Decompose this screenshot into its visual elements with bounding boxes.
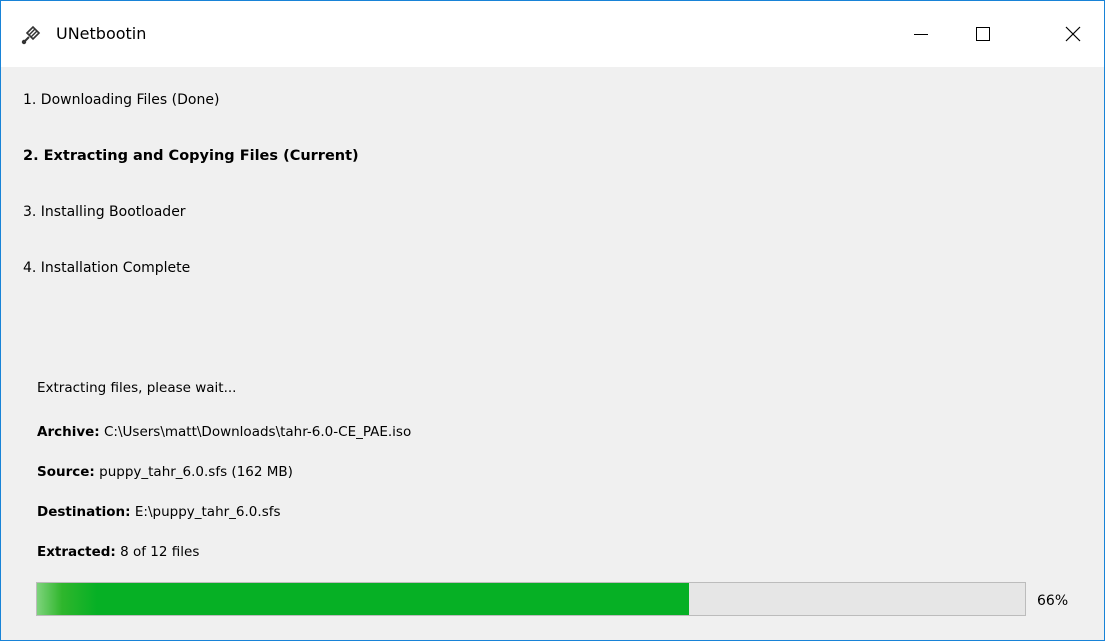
maximize-button[interactable]: [952, 1, 1014, 67]
destination-value: E:\puppy_tahr_6.0.sfs: [134, 504, 281, 520]
window-title: UNetbootin: [56, 24, 147, 43]
minimize-button[interactable]: [890, 1, 952, 67]
archive-line: Archive: C:\Users\matt\Downloads\tahr-6.…: [37, 423, 411, 441]
archive-label: Archive:: [37, 424, 100, 440]
unetbootin-icon: [20, 24, 42, 46]
title-bar[interactable]: UNetbootin: [1, 1, 1104, 67]
source-line: Source: puppy_tahr_6.0.sfs (162 MB): [37, 463, 293, 481]
step-installing-bootloader: 3. Installing Bootloader: [23, 204, 186, 220]
close-icon: [1065, 26, 1081, 42]
extracted-label: Extracted:: [37, 544, 116, 560]
extracted-value: 8 of 12 files: [120, 544, 200, 560]
minimize-icon: [914, 34, 928, 35]
source-label: Source:: [37, 464, 95, 480]
step-downloading: 1. Downloading Files (Done): [23, 92, 220, 108]
extracted-line: Extracted: 8 of 12 files: [37, 543, 199, 561]
destination-line: Destination: E:\puppy_tahr_6.0.sfs: [37, 503, 281, 521]
status-message: Extracting files, please wait...: [37, 380, 237, 396]
step-extracting: 2. Extracting and Copying Files (Current…: [23, 148, 359, 164]
source-value: puppy_tahr_6.0.sfs (162 MB): [99, 464, 293, 480]
progress-bar-fill: [37, 583, 690, 615]
destination-label: Destination:: [37, 504, 131, 520]
step-installation-complete: 4. Installation Complete: [23, 260, 191, 276]
archive-value: C:\Users\matt\Downloads\tahr-6.0-CE_PAE.…: [104, 424, 412, 440]
progress-percent: 66%: [1037, 593, 1069, 609]
close-button[interactable]: [1042, 1, 1104, 67]
progress-bar: [36, 582, 1026, 616]
maximize-icon: [976, 27, 990, 41]
